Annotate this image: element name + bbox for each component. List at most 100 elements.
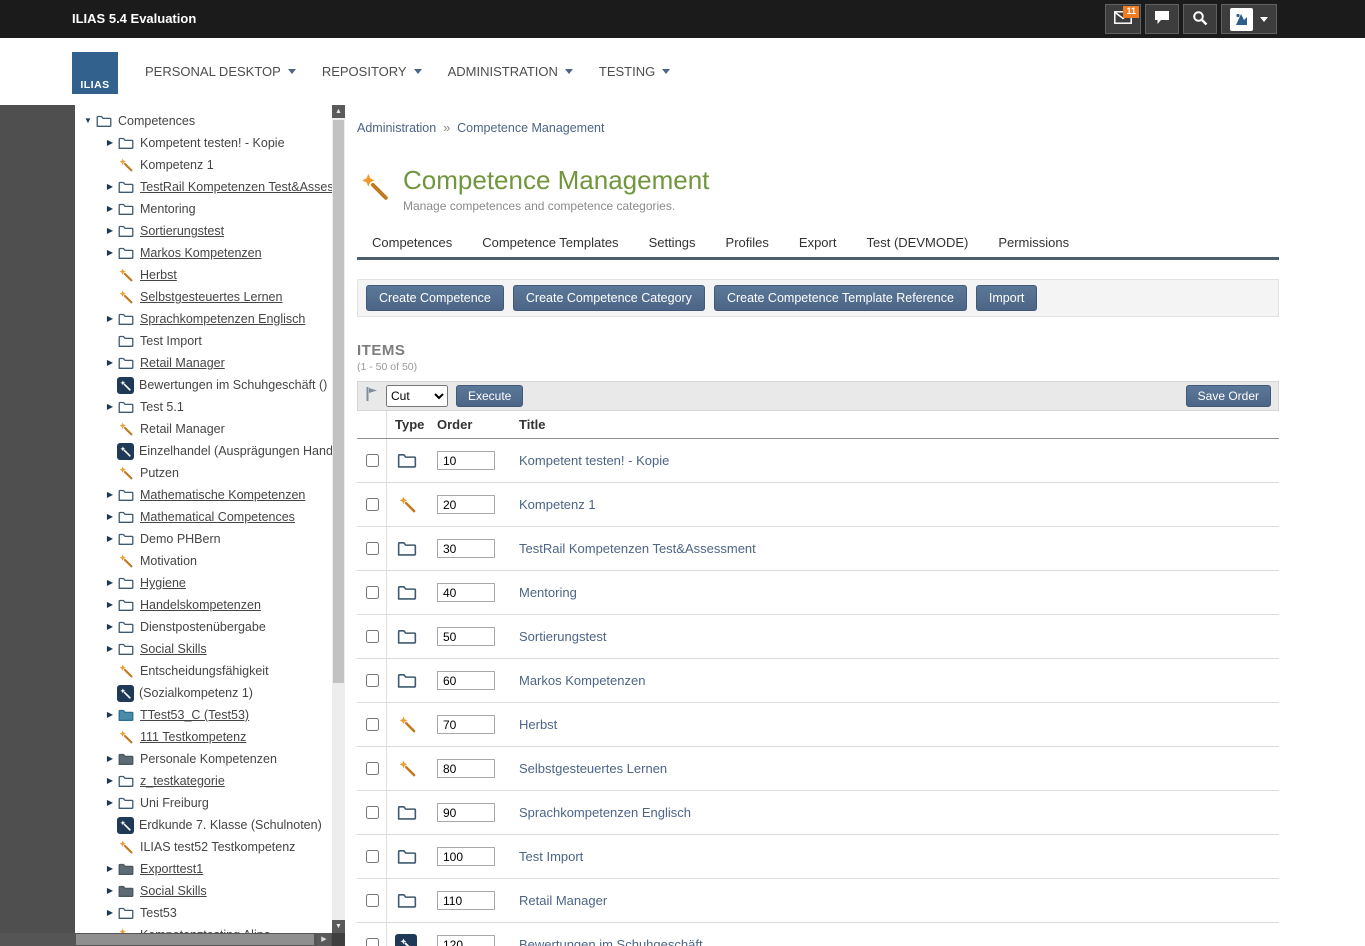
scrollbar-thumb[interactable] — [333, 120, 344, 683]
ilias-logo[interactable]: ILIAS — [72, 52, 118, 94]
tree-item[interactable]: Mentoring — [81, 198, 332, 220]
tree-item[interactable]: Einzelhandel (Ausprägungen Hand — [81, 440, 332, 462]
toolbar-button[interactable]: Create Competence Category — [513, 285, 705, 311]
tree-item[interactable]: Kompetenz 1 — [81, 154, 332, 176]
tree-item[interactable]: Test 5.1 — [81, 396, 332, 418]
tree-item-label[interactable]: Social Skills — [140, 642, 207, 656]
tree-item-label[interactable]: Mentoring — [140, 202, 196, 216]
tree-item-label[interactable]: Competences — [118, 114, 195, 128]
tree-item-label[interactable]: Exporttest1 — [140, 862, 203, 876]
tab[interactable]: Permissions — [983, 228, 1084, 257]
tree-item[interactable]: Herbst — [81, 264, 332, 286]
tree-item-label[interactable]: 111 Testkompetenz — [140, 730, 246, 744]
tree-item[interactable]: Handelskompetenzen — [81, 594, 332, 616]
order-input[interactable] — [437, 759, 495, 778]
tab[interactable]: Settings — [634, 228, 711, 257]
toolbar-button[interactable]: Import — [976, 285, 1037, 311]
tree-item-label[interactable]: Motivation — [140, 554, 197, 568]
tree-item-label[interactable]: Retail Manager — [140, 356, 225, 370]
tab[interactable]: Competence Templates — [467, 228, 633, 257]
tree-item-label[interactable]: Hygiene — [140, 576, 186, 590]
tree-item-label[interactable]: Entscheidungsfähigkeit — [140, 664, 269, 678]
tree-item[interactable]: Markos Kompetenzen — [81, 242, 332, 264]
breadcrumb-link-competence-management[interactable]: Competence Management — [457, 121, 604, 135]
tree-item[interactable]: Selbstgesteuertes Lernen — [81, 286, 332, 308]
tree-item[interactable]: Dienstpostenübergabe — [81, 616, 332, 638]
tree-item[interactable]: z_testkategorie — [81, 770, 332, 792]
main-menu-item[interactable]: TESTING — [599, 64, 670, 79]
tree-item-label[interactable]: Test Import — [140, 334, 202, 348]
search-button[interactable] — [1183, 4, 1217, 34]
expand-toggle-icon[interactable] — [103, 396, 117, 418]
tree-item[interactable]: Exporttest1 — [81, 858, 332, 880]
row-title-link[interactable]: Sprachkompetenzen Englisch — [519, 805, 691, 820]
tree-item[interactable]: Putzen — [81, 462, 332, 484]
expand-toggle-icon[interactable] — [103, 308, 117, 330]
tab[interactable]: Test (DEVMODE) — [851, 228, 983, 257]
tree-item-label[interactable]: ILIAS test52 Testkompetenz — [140, 840, 295, 854]
row-checkbox[interactable] — [366, 542, 379, 555]
main-menu-item[interactable]: REPOSITORY — [322, 64, 422, 79]
tree-item[interactable]: Mathematical Competences — [81, 506, 332, 528]
row-checkbox[interactable] — [366, 762, 379, 775]
tree-item-label[interactable]: z_testkategorie — [140, 774, 225, 788]
scroll-up-icon[interactable]: ▲ — [332, 105, 345, 118]
tree-item-label[interactable]: Einzelhandel (Ausprägungen Hand — [139, 444, 332, 458]
row-checkbox[interactable] — [366, 894, 379, 907]
tree-item-label[interactable]: Kompetent testen! - Kopie — [140, 136, 285, 150]
tree-item[interactable]: Social Skills — [81, 638, 332, 660]
tree-item[interactable]: Sortierungstest — [81, 220, 332, 242]
user-menu-button[interactable] — [1221, 4, 1277, 34]
row-title-link[interactable]: Herbst — [519, 717, 557, 732]
tree-item[interactable]: Erdkunde 7. Klasse (Schulnoten) — [81, 814, 332, 836]
tree-item[interactable]: TTest53_C (Test53) — [81, 704, 332, 726]
row-title-link[interactable]: Mentoring — [519, 585, 577, 600]
scroll-right-icon[interactable]: ▶ — [317, 933, 331, 946]
expand-toggle-icon[interactable] — [103, 880, 117, 902]
row-title-link[interactable]: Kompetent testen! - Kopie — [519, 453, 669, 468]
main-menu-item[interactable]: ADMINISTRATION — [448, 64, 573, 79]
row-checkbox[interactable] — [366, 674, 379, 687]
row-checkbox[interactable] — [366, 586, 379, 599]
expand-toggle-icon[interactable] — [103, 198, 117, 220]
tree-horizontal-scrollbar[interactable]: ▶ — [0, 933, 345, 946]
tree-item-label[interactable]: Test53 — [140, 906, 177, 920]
tree-item-label[interactable]: Uni Freiburg — [140, 796, 209, 810]
tree-item-label[interactable]: Mathematical Competences — [140, 510, 295, 524]
expand-toggle-icon[interactable] — [103, 352, 117, 374]
order-input[interactable] — [437, 495, 495, 514]
scroll-down-icon[interactable]: ▼ — [332, 920, 345, 933]
tree-item[interactable]: Uni Freiburg — [81, 792, 332, 814]
tree-item-label[interactable]: Erdkunde 7. Klasse (Schulnoten) — [139, 818, 322, 832]
tree-item[interactable]: Social Skills — [81, 880, 332, 902]
expand-toggle-icon[interactable] — [103, 638, 117, 660]
mail-button[interactable]: 11 — [1105, 4, 1141, 34]
tree-item[interactable]: Kompetenztesting Alina — [81, 924, 332, 933]
order-input[interactable] — [437, 539, 495, 558]
row-checkbox[interactable] — [366, 938, 379, 946]
save-order-button[interactable]: Save Order — [1186, 385, 1271, 407]
tree-item-label[interactable]: Selbstgesteuertes Lernen — [140, 290, 282, 304]
tree-item[interactable]: Demo PHBern — [81, 528, 332, 550]
expand-toggle-icon[interactable] — [103, 792, 117, 814]
tree-item-label[interactable]: TTest53_C (Test53) — [140, 708, 249, 722]
tree-item[interactable]: Hygiene — [81, 572, 332, 594]
expand-toggle-icon[interactable] — [103, 484, 117, 506]
tree-item-label[interactable]: Retail Manager — [140, 422, 225, 436]
tree-item-label[interactable]: Dienstpostenübergabe — [140, 620, 266, 634]
expand-toggle-icon[interactable] — [81, 110, 95, 132]
tree-item[interactable]: TestRail Kompetenzen Test&Assess — [81, 176, 332, 198]
tree-item[interactable]: (Sozialkompetenz 1) — [81, 682, 332, 704]
order-input[interactable] — [437, 891, 495, 910]
tree-item[interactable]: Sprachkompetenzen Englisch — [81, 308, 332, 330]
tree-item-label[interactable]: Social Skills — [140, 884, 207, 898]
tree-item[interactable]: Personale Kompetenzen — [81, 748, 332, 770]
expand-toggle-icon[interactable] — [103, 704, 117, 726]
tree-item[interactable]: Kompetent testen! - Kopie — [81, 132, 332, 154]
tree-item-label[interactable]: Handelskompetenzen — [140, 598, 261, 612]
tree-item[interactable]: Motivation — [81, 550, 332, 572]
expand-toggle-icon[interactable] — [103, 506, 117, 528]
row-checkbox[interactable] — [366, 454, 379, 467]
expand-toggle-icon[interactable] — [103, 902, 117, 924]
tree-item-label[interactable]: Test 5.1 — [140, 400, 184, 414]
